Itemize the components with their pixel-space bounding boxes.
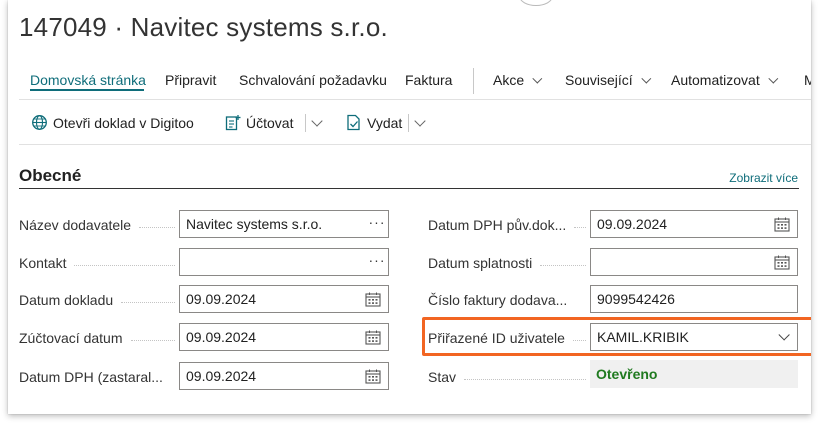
document-date-field[interactable]: 09.09.2024 [179,285,389,313]
highlight-box [422,317,811,356]
status-label: Stav [428,368,590,386]
vat-date-legacy-label-text: Datum DPH (zastaral... [19,369,163,385]
posting-date-value: 09.09.2024 [186,329,257,345]
vendor-name-label-text: Název dodavatele [19,217,132,233]
status-value: Otevřeno [590,360,798,388]
toolbar-divider [305,114,306,132]
section-title: Obecné [19,166,82,185]
vat-date-legacy-field[interactable]: 09.09.2024 [179,362,389,390]
contact-label-text: Kontakt [19,255,67,271]
issue-chevron-down-icon[interactable] [414,115,426,127]
menu-actions[interactable]: Akce [493,72,543,88]
issue-document-icon [347,114,360,131]
lookup-ellipsis-button[interactable]: ··· [366,215,388,231]
calendar-button[interactable] [358,369,388,384]
vendor-name-label: Název dodavatele [19,216,179,234]
post-label: Účtovat [246,114,294,131]
label-leader-dots [139,226,175,228]
due-date-label-text: Datum splatnosti [428,255,533,271]
document-date-label-text: Datum dokladu [19,292,114,308]
tab-home[interactable]: Domovská stránka [30,72,146,88]
vendor-invoice-no-label-text: Číslo faktury dodava... [428,292,568,308]
label-leader-dots [74,264,175,266]
vat-date-legacy-label: Datum DPH (zastaral... [19,368,179,386]
vendor-invoice-no-field[interactable]: 9099542426 [590,285,798,313]
posting-date-field[interactable]: 09.09.2024 [179,323,389,351]
section-underline [19,188,799,189]
vendor-name-value: Navitec systems s.r.o. [186,216,323,232]
status-label-text: Stav [428,369,457,385]
label-leader-dots [574,226,586,228]
issue-button[interactable]: Vydat [346,114,402,131]
tab-prepare[interactable]: Připravit [165,72,216,88]
due-date-label: Datum splatnosti [428,254,590,272]
toolbar-divider [408,114,409,132]
chevron-down-icon [641,73,651,84]
post-document-icon [225,115,241,131]
lookup-ellipsis-button[interactable]: ··· [366,253,388,269]
nav-separator-line [19,99,811,100]
issue-label: Vydat [367,114,403,131]
page-title: 147049 · Navitec systems s.r.o. [19,12,388,42]
open-digitoo-button[interactable]: Otevři doklad v Digitoo [31,114,194,131]
open-digitoo-label: Otevři doklad v Digitoo [53,114,194,131]
vat-date-orig-label: Datum DPH pův.dok... [428,216,590,234]
calendar-button[interactable] [767,217,797,232]
menu-more[interactable]: M [804,72,811,88]
vendor-name-field[interactable]: Navitec systems s.r.o. ··· [179,210,389,238]
calendar-button[interactable] [358,292,388,307]
posting-date-label: Zúčtovací datum [19,329,179,347]
calendar-icon [365,330,381,345]
calendar-icon [365,292,381,307]
menu-related[interactable]: Související [565,72,651,88]
active-tab-underline [30,89,144,91]
calendar-button[interactable] [358,330,388,345]
action-bar: Domovská stránka Připravit Schvalování p… [8,68,811,96]
chevron-down-icon [768,73,778,84]
calendar-icon [774,217,790,232]
vat-date-legacy-value: 09.09.2024 [186,368,257,384]
globe-icon [32,115,47,130]
menu-automate[interactable]: Automatizovat [671,72,778,88]
label-leader-dots [121,301,175,303]
vat-date-orig-value: 09.09.2024 [597,216,668,232]
contact-field[interactable]: ··· [179,248,389,276]
label-leader-dots [540,264,586,266]
vat-date-orig-label-text: Datum DPH pův.dok... [428,217,567,233]
document-date-label: Datum dokladu [19,291,179,309]
menu-automate-label: Automatizovat [671,72,760,88]
label-leader-dots [464,378,586,380]
posting-date-label-text: Zúčtovací datum [19,330,123,346]
tab-approval-request[interactable]: Schvalování požadavku [239,72,387,88]
vendor-invoice-no-value: 9099542426 [597,291,675,307]
label-leader-dots [130,339,175,341]
chevron-down-icon [532,73,543,84]
due-date-field[interactable] [590,248,798,276]
menu-actions-label: Akce [493,72,525,88]
post-button[interactable]: Účtovat [225,114,293,131]
vat-date-orig-field[interactable]: 09.09.2024 [590,210,798,238]
menu-related-label: Související [565,72,633,88]
vendor-invoice-no-label: Číslo faktury dodava... [428,291,590,309]
document-date-value: 09.09.2024 [186,291,257,307]
contact-label: Kontakt [19,254,179,272]
calendar-icon [365,369,381,384]
toolbar-separator-line [19,144,811,145]
post-chevron-down-icon[interactable] [311,115,323,127]
show-more-link[interactable]: Zobrazit více [729,171,798,185]
calendar-button[interactable] [767,255,797,270]
tab-invoice[interactable]: Faktura [405,72,452,88]
top-arc-decoration [519,0,553,6]
page-card: 147049 · Navitec systems s.r.o. Domovská… [8,0,811,414]
calendar-icon [774,255,790,270]
nav-divider [473,68,474,94]
